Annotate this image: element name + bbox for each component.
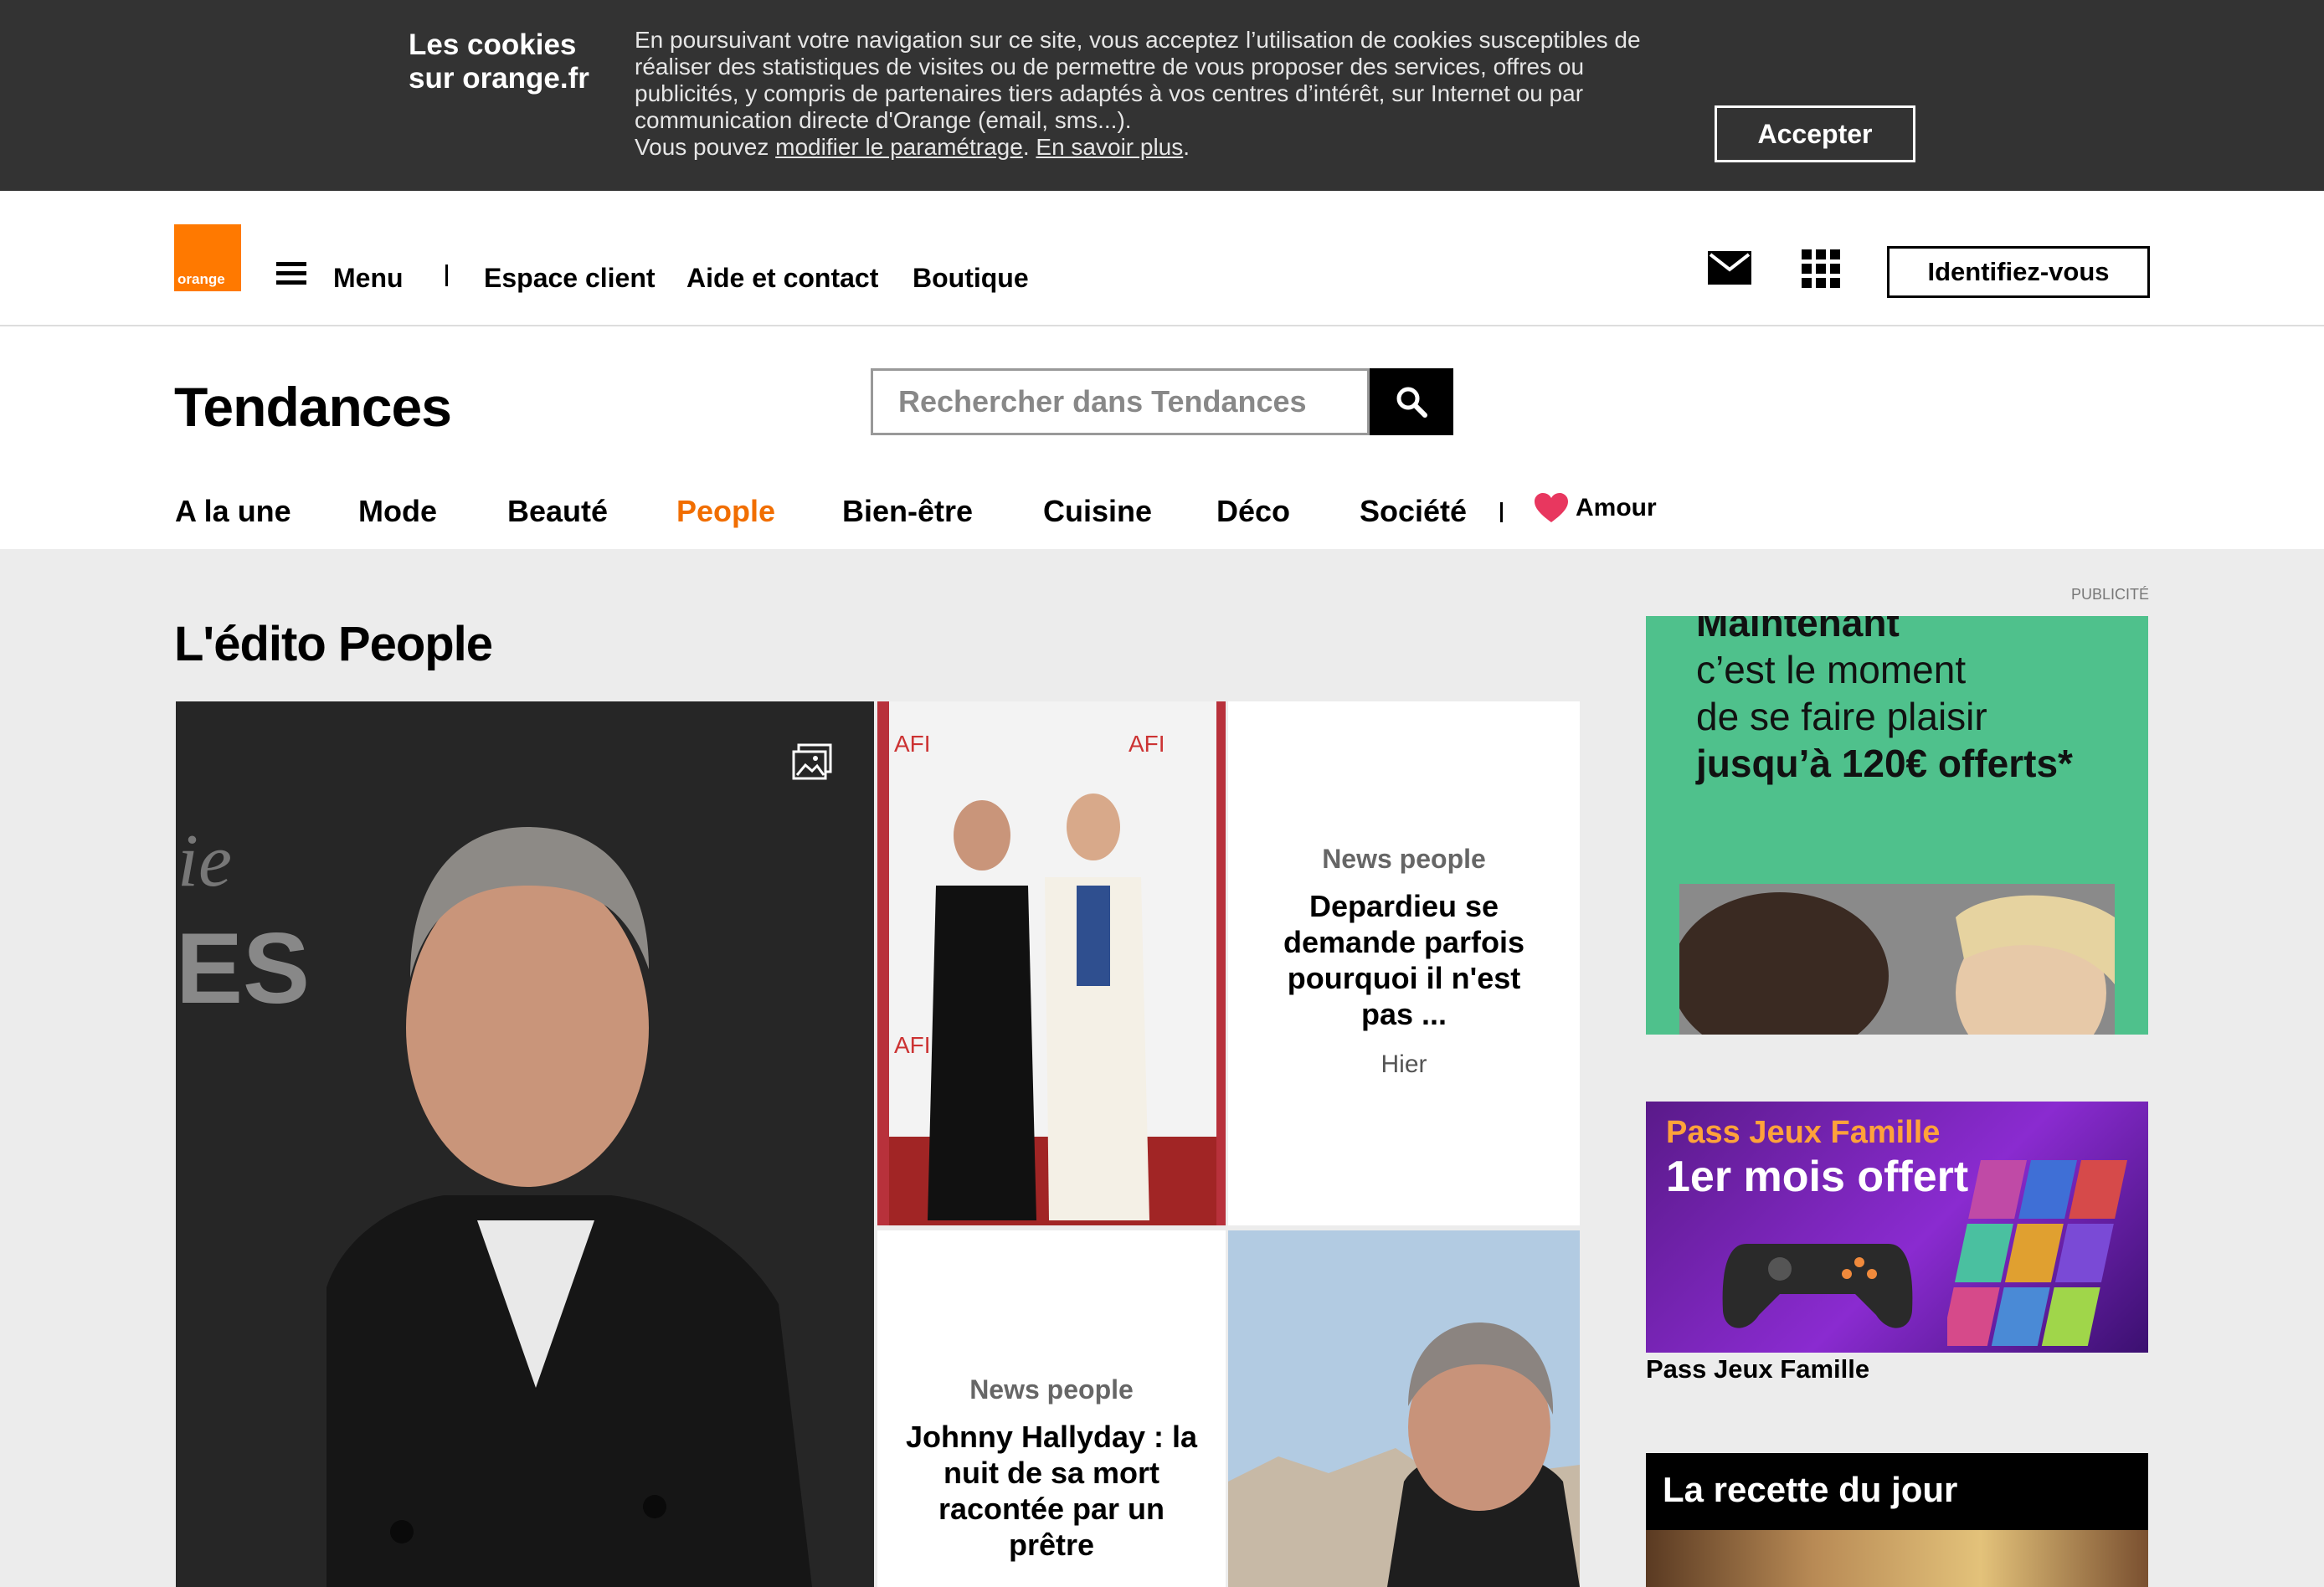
mail-icon[interactable] <box>1708 251 1751 285</box>
ad-text: Maintenant c’est le moment de se faire p… <box>1696 616 2073 787</box>
section-header: Tendances Rechercher dans Tendances A la… <box>0 326 2324 549</box>
card-category: News people <box>969 1374 1134 1405</box>
hamburger-icon[interactable] <box>276 262 306 285</box>
amour-label: Amour <box>1576 494 1657 521</box>
search-input[interactable]: Rechercher dans Tendances <box>871 368 1370 435</box>
tab-a-la-une[interactable]: A la une <box>175 494 291 529</box>
card-time: Hier <box>1381 1050 1427 1078</box>
games-collage <box>1947 1160 2127 1346</box>
login-button[interactable]: Identifiez-vous <box>1887 246 2150 298</box>
article-image-depardieu[interactable] <box>1228 1230 1580 1587</box>
svg-text:AFI: AFI <box>894 731 931 757</box>
search-button[interactable] <box>1370 368 1453 435</box>
ad-label: PUBLICITÉ <box>2071 586 2150 603</box>
ad-banner-pass-jeux[interactable]: Pass Jeux Famille 1er mois offert <box>1646 1102 2148 1353</box>
tab-societe[interactable]: Société <box>1360 494 1467 529</box>
ad2-caption[interactable]: Pass Jeux Famille <box>1646 1354 1869 1384</box>
card-category: News people <box>1322 844 1486 874</box>
recipe-image[interactable] <box>1646 1530 2148 1587</box>
ad-banner-offer[interactable]: Maintenant c’est le moment de se faire p… <box>1646 616 2148 1035</box>
ad2-offer: 1er mois offert <box>1666 1153 1969 1201</box>
cookie-text-prefix: Vous pouvez <box>635 134 769 160</box>
tab-amour[interactable]: Amour <box>1534 492 1657 524</box>
couple-photo: AFI AFI AFI <box>877 701 1226 1225</box>
ad-photo <box>1679 884 2115 1035</box>
tab-bien-etre[interactable]: Bien-être <box>842 494 973 529</box>
card-title: Johnny Hallyday : la nuit de sa mort rac… <box>905 1420 1198 1562</box>
cookie-text-body: En poursuivant votre navigation sur ce s… <box>635 27 1641 133</box>
learn-more-link[interactable]: En savoir plus <box>1036 134 1183 160</box>
orange-logo[interactable]: orange <box>174 224 241 291</box>
article-card-johnny[interactable]: News people Johnny Hallyday : la nuit de… <box>877 1230 1226 1587</box>
nav-boutique[interactable]: Boutique <box>913 263 1029 294</box>
hero-photo: ie ES <box>176 701 874 1587</box>
article-card-depardieu[interactable]: News people Depardieu se demande parfois… <box>1228 701 1580 1225</box>
recipe-of-the-day-title: La recette du jour <box>1646 1453 2148 1530</box>
search-icon <box>1396 387 1427 418</box>
ad2-title: Pass Jeux Famille <box>1666 1115 1941 1150</box>
svg-text:AFI: AFI <box>1129 731 1165 757</box>
logo-text: orange <box>177 271 225 287</box>
modify-settings-link[interactable]: modifier le paramétrage <box>775 134 1023 160</box>
cookie-text: En poursuivant votre navigation sur ce s… <box>635 27 1641 160</box>
accept-cookies-button[interactable]: Accepter <box>1715 105 1915 162</box>
tab-beaute[interactable]: Beauté <box>507 494 608 529</box>
ad-line-2: c’est le moment <box>1696 648 1967 691</box>
tab-mode[interactable]: Mode <box>358 494 437 529</box>
category-separator <box>1500 502 1503 522</box>
cookie-title: Les cookies sur orange.fr <box>409 28 589 95</box>
tab-deco[interactable]: Déco <box>1216 494 1290 529</box>
nav-aide-contact[interactable]: Aide et contact <box>686 263 878 294</box>
ad-line-3: de se faire plaisir <box>1696 695 1987 738</box>
nav-espace-client[interactable]: Espace client <box>484 263 656 294</box>
ad-line-4: jusqu’à 120€ offerts* <box>1696 742 2073 785</box>
ad-line-1: Maintenant <box>1696 616 1900 645</box>
card-title: Depardieu se demande parfois pourquoi il… <box>1283 889 1525 1031</box>
menu-button[interactable]: Menu <box>333 263 404 294</box>
heart-icon <box>1535 493 1568 522</box>
apps-grid-icon[interactable] <box>1802 249 1840 288</box>
svg-text:ie: ie <box>177 819 232 902</box>
svg-text:ES: ES <box>176 912 310 1025</box>
gamepad-icon <box>1722 1244 1913 1328</box>
edito-title: L'édito People <box>174 617 493 671</box>
cookie-banner: Les cookies sur orange.fr En poursuivant… <box>0 0 2324 191</box>
article-image-johnny[interactable]: AFI AFI AFI <box>877 701 1226 1225</box>
page-title: Tendances <box>174 376 452 438</box>
site-header: orange Menu Espace client Aide et contac… <box>0 191 2324 326</box>
tab-people[interactable]: People <box>676 494 775 529</box>
hero-article-image[interactable]: ie ES <box>176 701 874 1587</box>
svg-text:AFI: AFI <box>894 1032 931 1058</box>
nav-separator <box>445 264 448 286</box>
gallery-icon <box>792 743 832 780</box>
tab-cuisine[interactable]: Cuisine <box>1043 494 1152 529</box>
depardieu-photo <box>1228 1230 1580 1587</box>
